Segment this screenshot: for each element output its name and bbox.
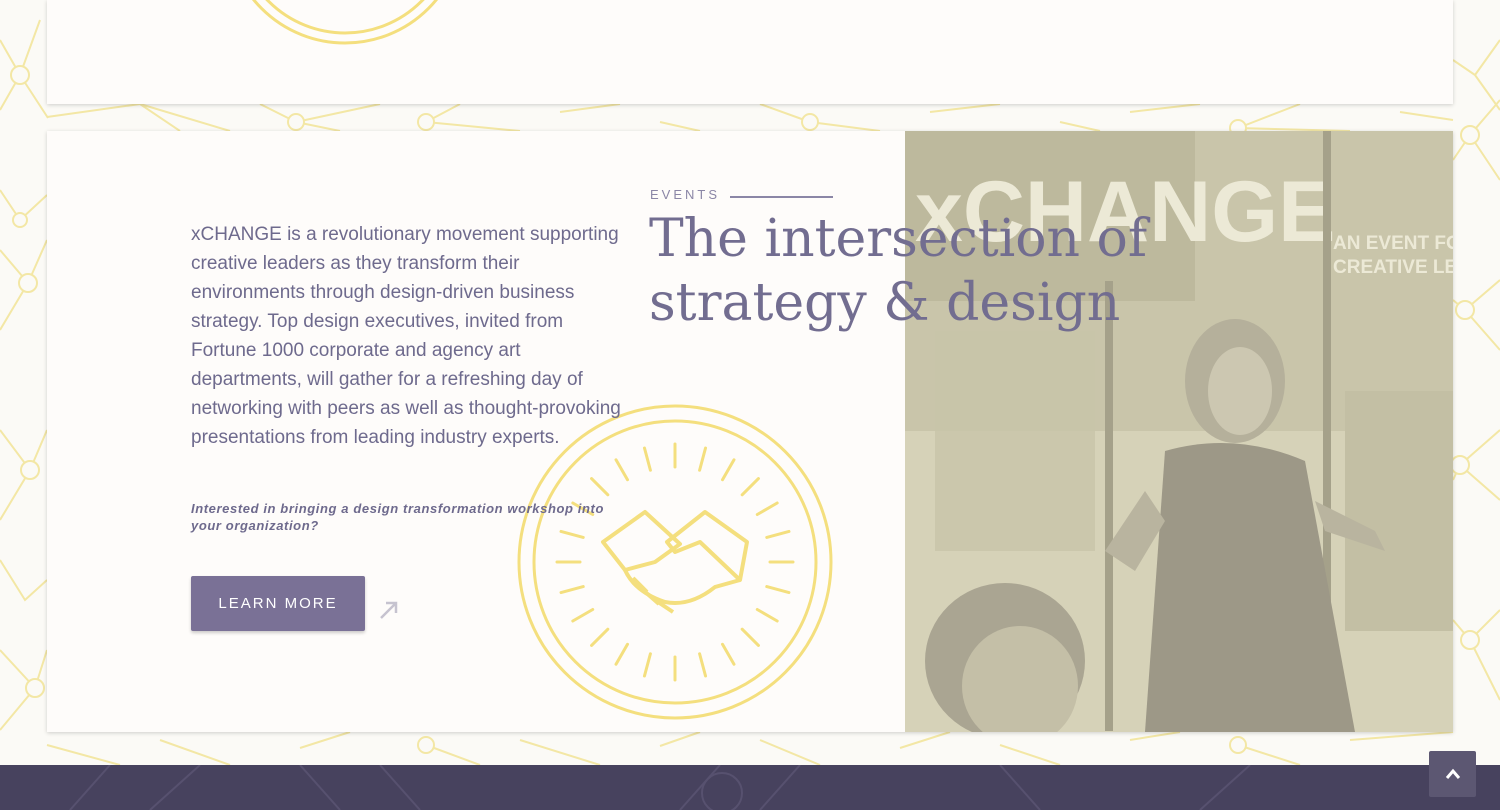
events-card: xCHANGE AN EVENT FOR CREATIVE LEADERS [47,131,1453,732]
emblem-partial-icon [252,0,438,45]
previous-section-card [47,0,1453,104]
footer [0,765,1500,810]
svg-text:CREATIVE LEADERS: CREATIVE LEADERS [1333,257,1453,278]
section-eyebrow: EVENTS [650,187,721,202]
intro-paragraph: xCHANGE is a revolutionary movement supp… [191,224,621,448]
chevron-up-icon [1445,768,1460,779]
back-to-top-button[interactable] [1429,751,1476,797]
cta-note: Interested in bringing a design transfor… [191,501,605,533]
eyebrow-divider [730,196,833,198]
svg-text:AN EVENT FOR: AN EVENT FOR [1333,233,1453,254]
arrow-up-right-icon[interactable] [378,599,400,621]
learn-more-button[interactable]: LEARN MORE [191,576,365,631]
section-headline: The intersection of strategy & design [649,209,1148,333]
